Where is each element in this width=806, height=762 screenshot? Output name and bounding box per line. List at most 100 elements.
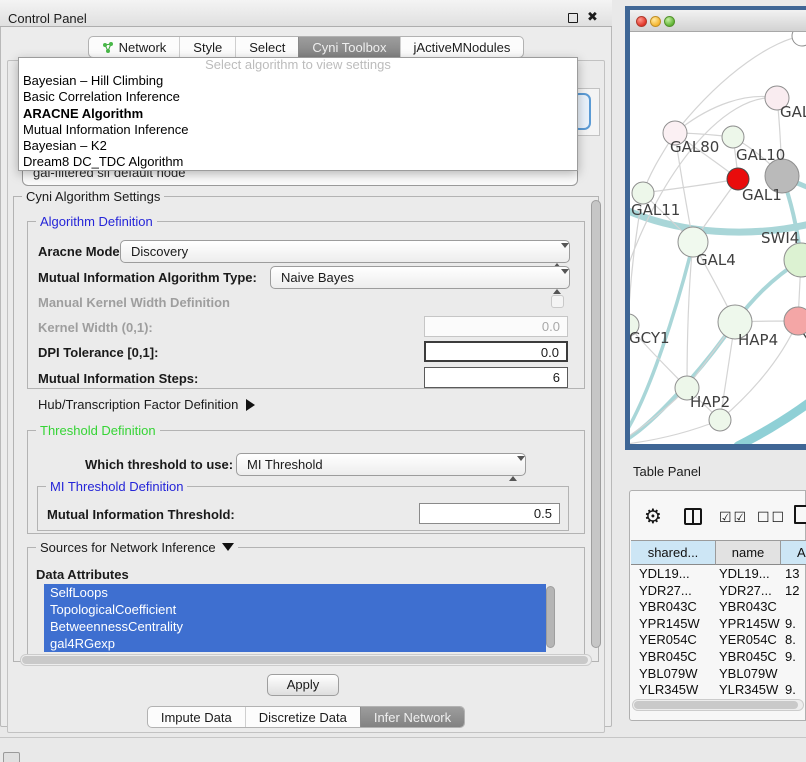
control-panel-tabs: Network Style Select Cyni Toolbox jActiveMNo… [88,36,525,58]
cell-name: YLR345W [716,682,781,699]
tab-label: Select [249,40,285,55]
table-row[interactable]: YER054CYER054C8. [631,632,806,649]
table-row[interactable]: YPR145WYPR145W9. [631,616,806,633]
node-gal4-label: GAL4 [696,251,736,269]
cyni-settings-legend: Cyni Algorithm Settings [22,189,164,204]
close-panel-icon[interactable]: ✖ [587,9,598,25]
dpi-tolerance-field[interactable]: 0.0 [424,341,568,362]
attributes-list-scrollbar[interactable] [546,586,555,648]
tab-jactivemnodules[interactable]: jActiveMNodules [400,37,524,57]
float-window-icon[interactable] [568,13,578,23]
aracne-mode-combobox[interactable]: Discovery [120,240,570,263]
mi-threshold-legend: MI Threshold Definition [46,479,187,494]
tab-label: Network [119,40,167,55]
column-header-clipped[interactable]: A [781,540,806,565]
combo-arrows-icon [509,458,518,479]
dpi-tolerance-label: DPI Tolerance [0,1]: [38,345,158,360]
mi-type-combobox[interactable]: Naive Bayes [270,266,570,289]
bottom-tab-label: Infer Network [374,710,451,725]
node-gal11-label: GAL11 [631,201,680,219]
select-all-checkboxes-icon[interactable]: ☑☑ [719,509,748,526]
bottom-tab-infer-network[interactable]: Infer Network [360,707,464,727]
cell-shared-name: YBL079W [631,666,716,683]
apply-button[interactable]: Apply [267,674,339,696]
algorithm-popup-item[interactable]: Basic Correlation Inference [19,89,577,105]
column-layout-icon[interactable] [684,508,702,525]
network-canvas[interactable]: GALGAL80GAL10GAL1GAL11GAL4SWI4GCY1HAP4YH… [630,32,806,444]
cell-name: YBR045C [716,649,781,666]
column-header-shared-name[interactable]: shared... [631,540,716,565]
cell-value: 13 [781,566,799,583]
bottom-tab-impute-data[interactable]: Impute Data [148,707,245,727]
document-icon[interactable] [794,505,806,524]
data-attribute-item[interactable]: gal4RGexp [44,635,546,652]
data-attribute-item[interactable]: BetweennessCentrality [44,618,546,635]
close-window-button[interactable] [636,16,647,27]
node-gal-pink-label: GAL [780,103,806,121]
table-row[interactable]: YBR043CYBR043C [631,599,806,616]
minimized-panel-button[interactable] [3,752,20,762]
cell-shared-name: YDR27... [631,583,716,600]
manual-kernel-label: Manual Kernel Width Definition [38,295,230,310]
cell-value: 12 [781,583,799,600]
tab-network[interactable]: Network [89,37,180,57]
cell-name: YER054C [716,632,781,649]
table-row[interactable]: YDL19...YDL19...13 [631,566,806,583]
tab-style[interactable]: Style [179,37,235,57]
table-row[interactable]: YLR345WYLR345W9. [631,682,806,699]
minimize-window-button[interactable] [650,16,661,27]
bottom-tab-discretize-data[interactable]: Discretize Data [245,707,360,727]
kernel-width-field[interactable]: 0.0 [424,316,568,337]
cell-value: 8. [781,632,796,649]
cell-shared-name: YLR345W [631,682,716,699]
settings-vertical-scrollbar[interactable] [591,200,601,648]
which-threshold-combobox[interactable]: MI Threshold [236,453,526,476]
mi-threshold-field[interactable]: 0.5 [419,503,560,524]
table-rows: YDL19...YDL19...13YDR27...YDR27...12YBR0… [631,566,806,715]
node-gal10[interactable] [722,126,744,148]
manual-kernel-checkbox[interactable] [551,295,564,308]
algorithm-popup-item[interactable]: Mutual Information Inference [19,122,577,138]
tab-label: jActiveMNodules [414,40,511,55]
control-panel-titlebar [0,0,612,27]
bottom-tab-row: Impute Data Discretize Data Infer Network [0,706,612,728]
data-attribute-item[interactable]: SelfLoops [44,584,546,601]
algorithm-popup-item[interactable]: Bayesian – Hill Climbing [19,73,577,89]
aracne-mode-value: Discovery [131,244,188,259]
cell-shared-name: YER054C [631,632,716,649]
data-attributes-label: Data Attributes [36,567,129,582]
data-attribute-item[interactable]: TopologicalCoefficient [44,601,546,618]
tab-select[interactable]: Select [235,37,298,57]
cell-name: YBR043C [716,599,781,616]
table-panel-title: Table Panel [633,464,701,479]
table-row[interactable]: YBL079WYBL079W [631,666,806,683]
table-row[interactable]: YBR045CYBR045C9. [631,649,806,666]
bottom-tab-label: Discretize Data [259,710,347,725]
hub-factor-section-toggle[interactable]: Hub/Transcription Factor Definition [38,397,255,412]
cell-shared-name: YBR045C [631,649,716,666]
cell-value: 9. [781,682,796,699]
gear-icon[interactable]: ⚙ [644,504,662,529]
algorithm-popup-item[interactable]: Dream8 DC_TDC Algorithm [19,154,577,170]
zoom-window-button[interactable] [664,16,675,27]
combo-arrows-icon [553,271,562,292]
column-header-name[interactable]: name [716,540,781,565]
cell-name: YDR27... [716,583,781,600]
aracne-mode-label: Aracne Mode: [38,244,124,259]
algorithm-popup-item[interactable]: Bayesian – K2 [19,138,577,154]
mi-type-value: Naive Bayes [281,270,354,285]
settings-horizontal-scrollbar[interactable] [20,654,592,666]
combo-arrows-icon [553,245,562,266]
sources-legend[interactable]: Sources for Network Inference [36,540,238,555]
table-horizontal-scrollbar[interactable] [632,699,804,711]
algorithm-popup-item[interactable]: ARACNE Algorithm [19,106,577,122]
node-partial-top[interactable] [792,32,806,46]
node-gcy1-label: GCY1 [630,329,670,347]
mi-steps-field[interactable]: 6 [424,367,568,388]
algorithm-popup-prompt: Select algorithm to view settings [19,58,577,73]
node-partial-bottom[interactable] [709,409,731,431]
tab-cyni-toolbox[interactable]: Cyni Toolbox [298,37,399,57]
table-row[interactable]: YDR27...YDR27...12 [631,583,806,600]
deselect-all-checkboxes-icon[interactable]: ☐☐ [757,509,786,526]
cell-value: 9. [781,616,796,633]
